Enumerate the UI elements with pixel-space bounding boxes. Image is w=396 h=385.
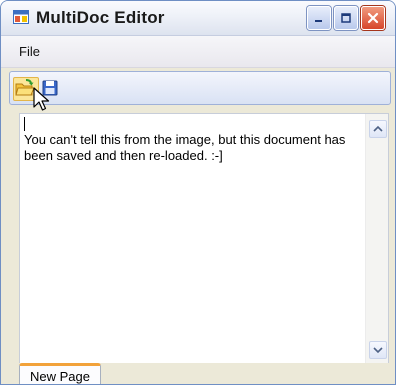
app-window: MultiDoc Editor File You can't tell this… [0,0,396,385]
scroll-up-button[interactable] [369,120,387,138]
chevron-up-icon [373,125,383,132]
menu-bar: File [1,36,395,68]
document-text: You can't tell this from the image, but … [24,132,350,163]
window-title: MultiDoc Editor [36,8,165,27]
minimize-icon [315,20,322,22]
mouse-pointer-icon [33,87,50,111]
tab-label: New Page [30,369,90,384]
tab-strip: New Page [1,363,395,384]
maximize-button[interactable] [334,6,358,30]
close-button[interactable] [361,6,385,30]
tab-new-page[interactable]: New Page [19,363,101,384]
close-icon [367,12,379,24]
minimize-button[interactable] [307,6,331,30]
app-window-icon [13,10,29,24]
document-textarea[interactable]: You can't tell this from the image, but … [19,113,389,365]
chevron-down-icon [373,347,383,354]
vertical-scrollbar[interactable] [365,114,388,364]
title-bar[interactable]: MultiDoc Editor [1,1,395,36]
toolbar [9,71,391,105]
text-caret [24,117,25,131]
menu-file[interactable]: File [19,44,40,59]
scroll-down-button[interactable] [369,341,387,359]
maximize-icon [341,13,351,23]
